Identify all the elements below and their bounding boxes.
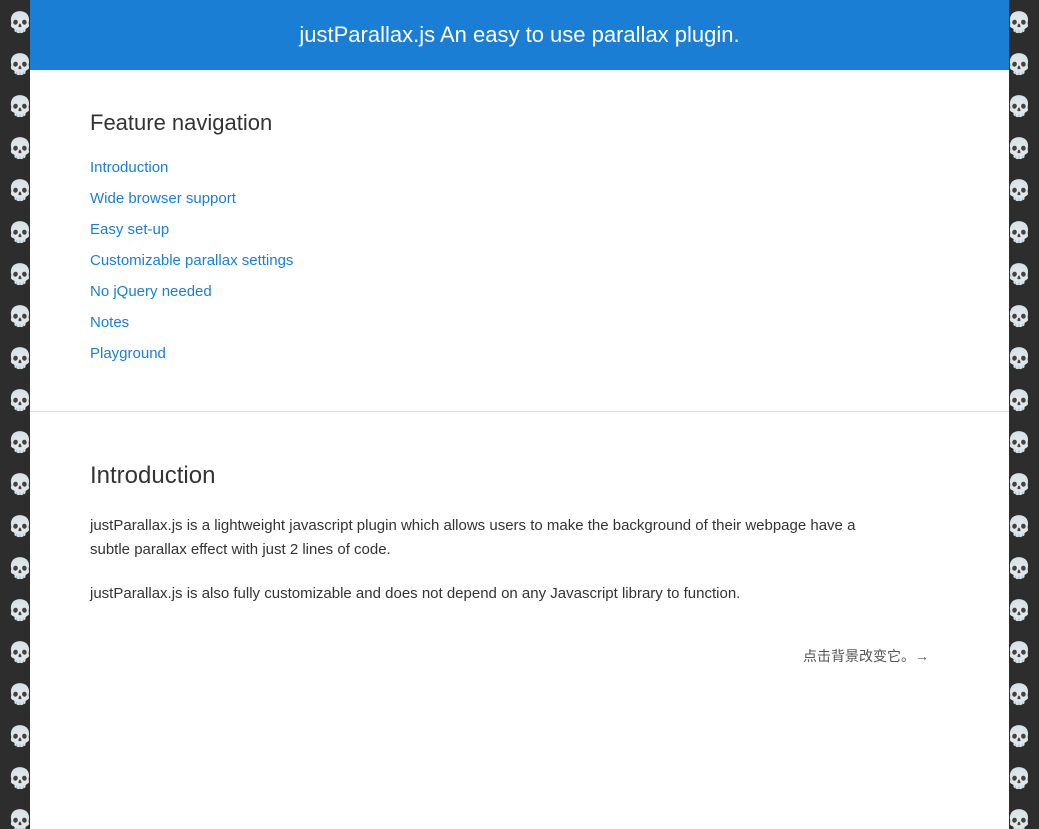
nav-list: Introduction Wide browser support Easy s… (90, 154, 949, 367)
list-item: Customizable parallax settings (90, 247, 949, 274)
list-item: Introduction (90, 154, 949, 181)
nav-link-notes[interactable]: Notes (90, 314, 129, 331)
list-item: Easy set-up (90, 216, 949, 243)
main-content: justParallax.js An easy to use parallax … (30, 0, 1009, 829)
change-bg-container: 点击背景改变它。→ (90, 646, 949, 666)
list-item: Notes (90, 309, 949, 336)
introduction-section: Introduction justParallax.js is a lightw… (30, 412, 1009, 706)
page-title: justParallax.js An easy to use parallax … (50, 22, 989, 48)
introduction-paragraph2: justParallax.js is also fully customizab… (90, 582, 870, 606)
list-item: Playground (90, 340, 949, 367)
list-item: No jQuery needed (90, 278, 949, 305)
list-item: Wide browser support (90, 185, 949, 212)
nav-link-easy-setup[interactable]: Easy set-up (90, 221, 169, 238)
nav-link-no-jquery[interactable]: No jQuery needed (90, 283, 212, 300)
page-header: justParallax.js An easy to use parallax … (30, 0, 1009, 70)
nav-link-playground[interactable]: Playground (90, 345, 166, 362)
nav-link-introduction[interactable]: Introduction (90, 159, 168, 176)
nav-link-wide-browser-support[interactable]: Wide browser support (90, 190, 236, 207)
introduction-heading: Introduction (90, 462, 949, 490)
nav-link-customizable[interactable]: Customizable parallax settings (90, 252, 293, 269)
nav-heading: Feature navigation (90, 110, 949, 136)
feature-navigation-section: Feature navigation Introduction Wide bro… (30, 70, 1009, 412)
introduction-paragraph1: justParallax.js is a lightweight javascr… (90, 514, 870, 562)
change-bg-link[interactable]: 点击背景改变它。→ (803, 648, 929, 664)
